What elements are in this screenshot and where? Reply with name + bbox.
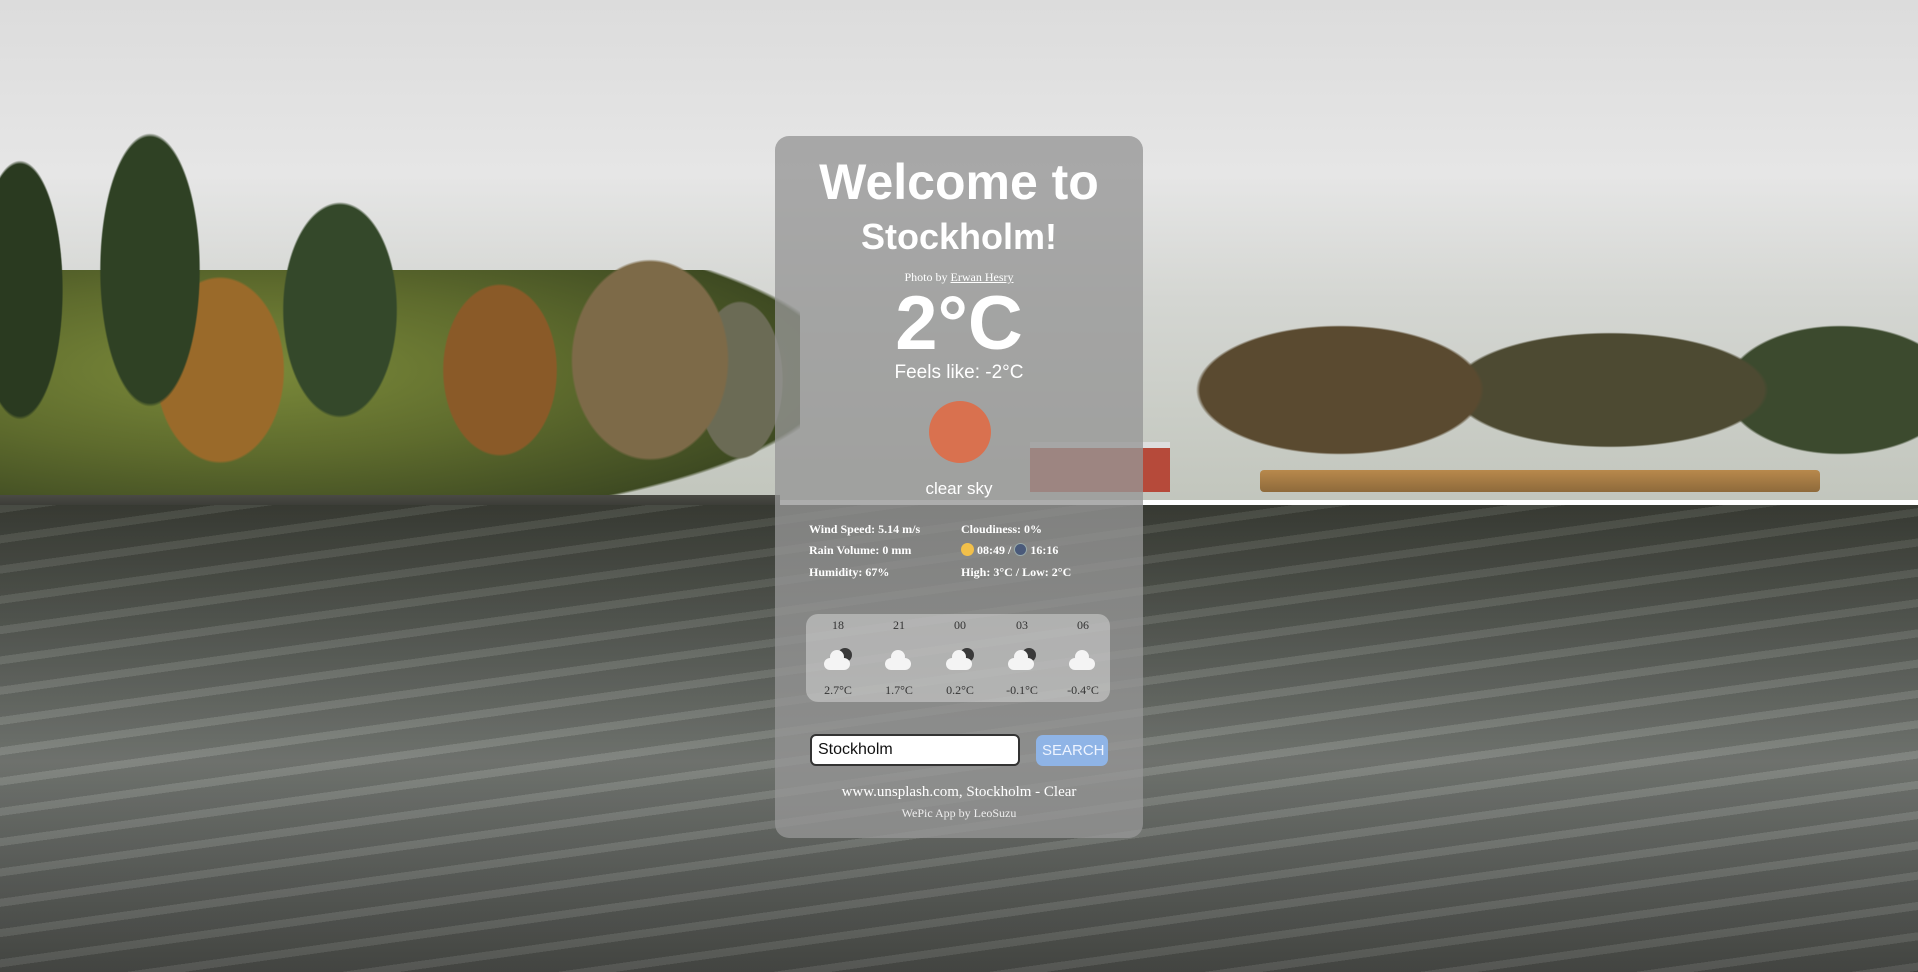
app-credit: WePic App by LeoSuzu: [901, 806, 1017, 820]
city-search-input[interactable]: [810, 734, 1020, 766]
forecast-temp: -0.1°C: [1006, 683, 1038, 697]
sunrise-time: 08:49: [977, 543, 1005, 557]
cloud-moon-icon: [824, 648, 854, 670]
cloud-moon-icon: [1008, 648, 1038, 670]
forecast-temp: -0.4°C: [1067, 683, 1099, 697]
trees-left: [0, 70, 820, 510]
city-title: Stockholm!: [860, 216, 1057, 257]
sunset-time: 16:16: [1030, 543, 1059, 557]
forecast-hour: 18: [832, 618, 844, 632]
current-temperature: 2°C: [895, 281, 1023, 366]
forecast-hour: 21: [893, 618, 905, 632]
hourly-forecast: 18 2.7°C 21 1.7°C 00 0.2°C 03 -0.1°C 06 …: [806, 614, 1110, 702]
rain-volume: Rain Volume: 0 mm: [809, 543, 912, 557]
search-button[interactable]: SEARCH: [1036, 735, 1108, 766]
weather-description: clear sky: [925, 479, 993, 498]
photo-source: www.unsplash.com, Stockholm - Clear: [841, 784, 1077, 800]
humidity: Humidity: 67%: [809, 565, 890, 579]
feels-like: Feels like: -2°C: [894, 362, 1024, 383]
reeds: [1260, 470, 1820, 492]
forecast-hour: 03: [1016, 618, 1028, 632]
cloudiness: Cloudiness: 0%: [961, 522, 1043, 536]
high-low: High: 3°C / Low: 2°C: [961, 565, 1072, 579]
sun-icon: [929, 401, 991, 463]
cloud-icon: [885, 648, 915, 670]
sunrise-icon: [961, 543, 974, 556]
welcome-title: Welcome to: [819, 154, 1099, 210]
wind-speed: Wind Speed: 5.14 m/s: [809, 522, 921, 536]
forecast-hour: 06: [1077, 618, 1089, 632]
sunrise-sunset: 08:49 / 16:16: [961, 541, 1058, 559]
forecast-temp: 1.7°C: [885, 683, 913, 697]
weather-card: Welcome to Stockholm! Photo by Erwan Hes…: [775, 136, 1143, 838]
forecast-hour: 00: [954, 618, 966, 632]
forecast-temp: 2.7°C: [824, 683, 852, 697]
forecast-temp: 0.2°C: [946, 683, 974, 697]
trees-right: [1140, 280, 1918, 480]
sun-separator: /: [1008, 543, 1012, 557]
cloud-moon-icon: [946, 648, 976, 670]
sunset-icon: [1014, 543, 1028, 556]
cloud-icon: [1069, 648, 1099, 670]
